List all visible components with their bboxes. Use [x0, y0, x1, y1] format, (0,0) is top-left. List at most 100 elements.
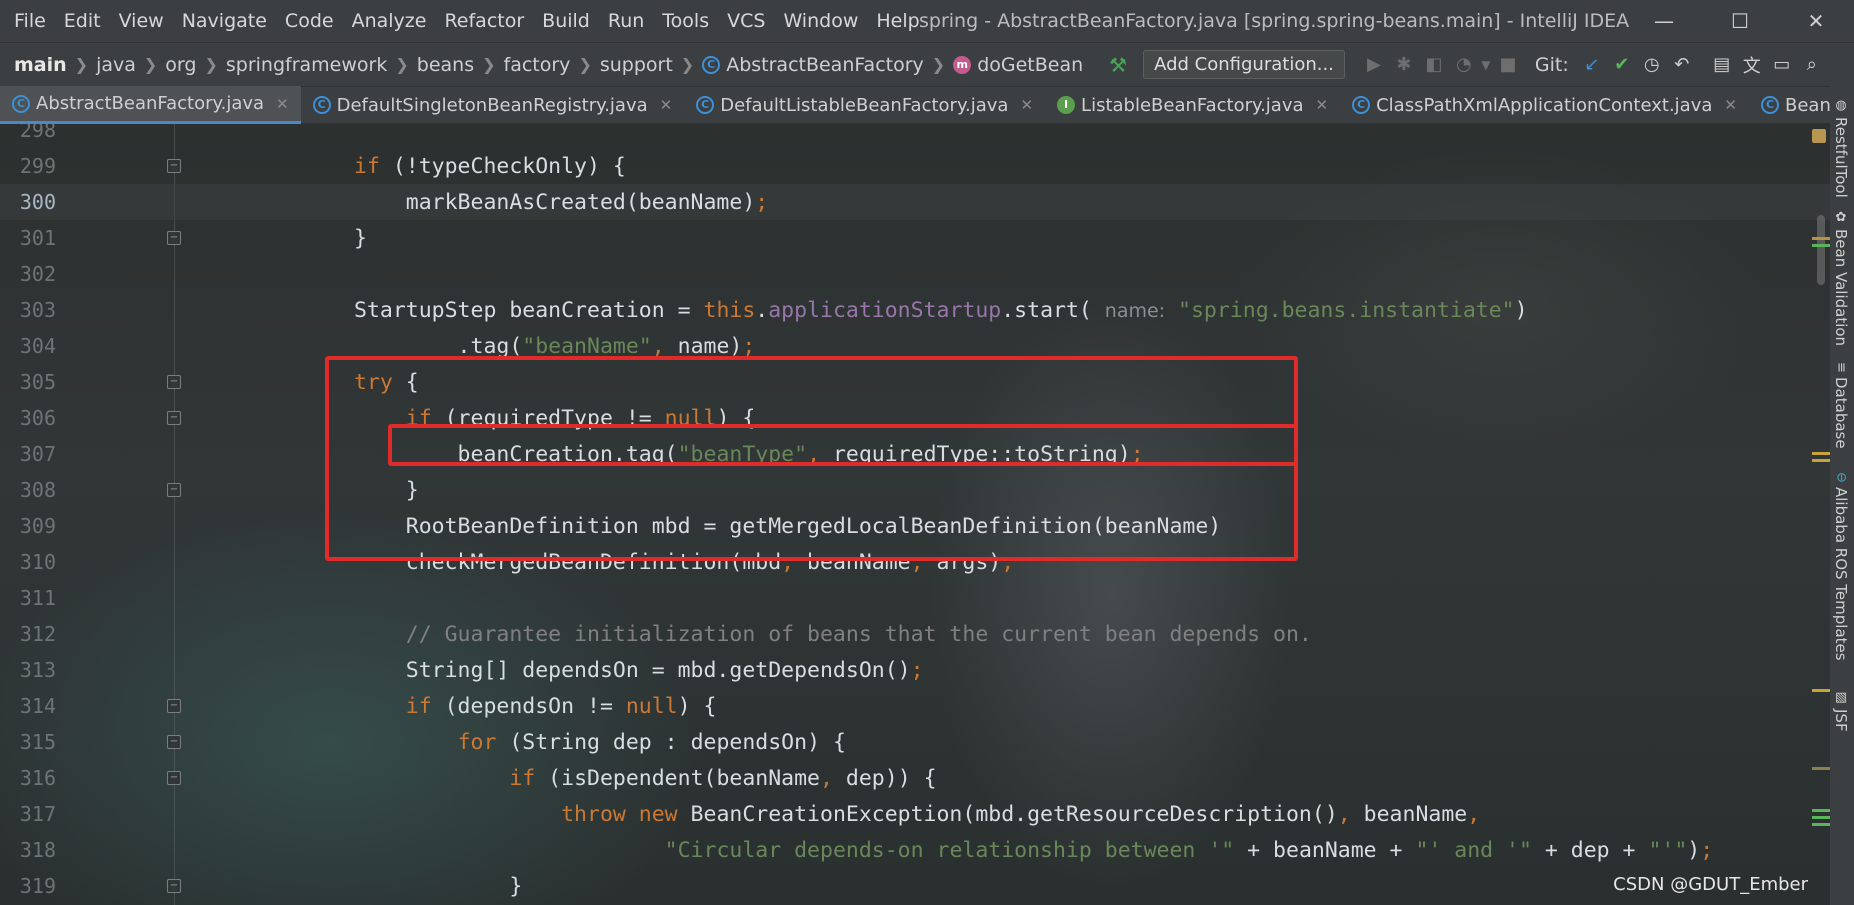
- change-marker[interactable]: [1812, 816, 1832, 819]
- code-text[interactable]: }: [354, 226, 367, 251]
- code-text[interactable]: String[] dependsOn = mbd.getDependsOn();: [354, 658, 924, 683]
- line-number[interactable]: 308: [0, 478, 56, 502]
- menu-tools[interactable]: Tools: [653, 0, 718, 42]
- code-text[interactable]: markBeanAsCreated(beanName);: [354, 190, 768, 215]
- close-icon[interactable]: ✕: [1020, 96, 1033, 114]
- line-number[interactable]: 315: [0, 730, 56, 754]
- fold-toggle-icon[interactable]: −: [167, 375, 181, 389]
- line-number[interactable]: 316: [0, 766, 56, 790]
- menu-build[interactable]: Build: [533, 0, 599, 42]
- tab-abstractbeanfactory[interactable]: C AbstractBeanFactory.java ✕: [0, 86, 301, 124]
- menu-run[interactable]: Run: [599, 0, 653, 42]
- change-marker[interactable]: [1812, 823, 1832, 826]
- code-text[interactable]: StartupStep beanCreation = this.applicat…: [354, 298, 1528, 323]
- change-marker[interactable]: [1812, 244, 1832, 247]
- close-icon[interactable]: ✕: [1724, 96, 1737, 114]
- run-icon[interactable]: ▶: [1359, 50, 1389, 80]
- tab-defaultlistablebeanfactory[interactable]: C DefaultListableBeanFactory.java ✕: [684, 86, 1045, 124]
- breadcrumb-springframework[interactable]: springframework ❯: [226, 54, 417, 76]
- line-number[interactable]: 306: [0, 406, 56, 430]
- change-marker[interactable]: [1812, 809, 1832, 812]
- jsf-panel[interactable]: ▧ JSF: [1832, 690, 1850, 732]
- line-number[interactable]: 309: [0, 514, 56, 538]
- code-line[interactable]: 301 −}: [0, 220, 1830, 256]
- alibaba-ros-templates-panel[interactable]: ⊖ Alibaba ROS Templates: [1832, 472, 1850, 660]
- code-line[interactable]: 300 markBeanAsCreated(beanName);: [0, 184, 1830, 220]
- warning-marker[interactable]: [1812, 237, 1832, 240]
- code-line[interactable]: 303 StartupStep beanCreation = this.appli…: [0, 292, 1830, 328]
- git-update-icon[interactable]: ↙: [1577, 50, 1607, 80]
- line-number[interactable]: 313: [0, 658, 56, 682]
- line-number[interactable]: 302: [0, 262, 56, 286]
- close-icon[interactable]: ✕: [276, 95, 289, 113]
- menu-view[interactable]: View: [110, 0, 173, 42]
- code-line[interactable]: 318 "Circular depends-on relationship be…: [0, 832, 1830, 868]
- code-text[interactable]: if (!typeCheckOnly) {: [354, 154, 626, 179]
- restfultool-panel[interactable]: ◍ RestfulTool: [1832, 98, 1850, 198]
- menu-window[interactable]: Window: [774, 0, 867, 42]
- code-line[interactable]: 316 − if (isDependent(beanName, dep)) {: [0, 760, 1830, 796]
- chevron-down-icon[interactable]: ▼: [1479, 50, 1493, 80]
- tab-listablebeanfactory[interactable]: I ListableBeanFactory.java ✕: [1045, 86, 1340, 124]
- line-number[interactable]: 299: [0, 154, 56, 178]
- stop-icon[interactable]: ■: [1493, 50, 1523, 80]
- code-line[interactable]: 298: [0, 124, 1830, 148]
- fold-toggle-icon[interactable]: −: [167, 159, 181, 173]
- close-icon[interactable]: ✕: [1778, 0, 1854, 42]
- code-line[interactable]: 317 throw new BeanCreationException(mbd.…: [0, 796, 1830, 832]
- git-rollback-icon[interactable]: ↶: [1667, 50, 1697, 80]
- breadcrumb-support[interactable]: support ❯: [600, 54, 702, 76]
- code-text[interactable]: .tag("beanName", name);: [354, 334, 756, 359]
- code-line[interactable]: 313 String[] dependsOn = mbd.getDependsO…: [0, 652, 1830, 688]
- code-line[interactable]: 315 − for (String dep : dependsOn) {: [0, 724, 1830, 760]
- maximize-icon[interactable]: ☐: [1702, 0, 1778, 42]
- translate-icon[interactable]: 文: [1737, 50, 1767, 80]
- line-number[interactable]: 307: [0, 442, 56, 466]
- tab-classpathxmlapplicationcontext[interactable]: C ClassPathXmlApplicationContext.java ✕: [1340, 86, 1749, 124]
- code-text[interactable]: }: [354, 874, 522, 899]
- line-number[interactable]: 317: [0, 802, 56, 826]
- code-line[interactable]: 302: [0, 256, 1830, 292]
- menu-analyze[interactable]: Analyze: [343, 0, 436, 42]
- line-number[interactable]: 319: [0, 874, 56, 898]
- line-number[interactable]: 311: [0, 586, 56, 610]
- menu-vcs[interactable]: VCS: [718, 0, 774, 42]
- code-text[interactable]: if (dependsOn != null) {: [354, 694, 717, 719]
- code-line[interactable]: 319 − }: [0, 868, 1830, 904]
- warning-marker[interactable]: [1812, 452, 1832, 455]
- database-panel[interactable]: ≡ Database: [1832, 362, 1850, 448]
- breadcrumb-main[interactable]: main ❯: [0, 54, 96, 76]
- breadcrumb-java[interactable]: java ❯: [96, 54, 165, 76]
- bean-validation-panel[interactable]: ✿ Bean Validation: [1832, 210, 1850, 346]
- breadcrumb-abstractbeanfactory[interactable]: C AbstractBeanFactory ❯: [702, 54, 953, 76]
- code-line[interactable]: 314 − if (dependsOn != null) {: [0, 688, 1830, 724]
- presentation-icon[interactable]: ▭: [1767, 50, 1797, 80]
- code-text[interactable]: throw new BeanCreationException(mbd.getR…: [354, 802, 1480, 827]
- breadcrumb-factory[interactable]: factory ❯: [504, 54, 600, 76]
- menu-code[interactable]: Code: [276, 0, 343, 42]
- code-text[interactable]: if (isDependent(beanName, dep)) {: [354, 766, 936, 791]
- minimize-icon[interactable]: —: [1626, 0, 1702, 42]
- build-hammer-icon[interactable]: ⚒: [1109, 53, 1127, 77]
- line-number[interactable]: 298: [0, 124, 56, 142]
- line-number[interactable]: 301: [0, 226, 56, 250]
- fold-toggle-icon[interactable]: −: [167, 879, 181, 893]
- code-text[interactable]: // Guarantee initialization of beans tha…: [354, 622, 1312, 647]
- line-number[interactable]: 314: [0, 694, 56, 718]
- git-commit-icon[interactable]: ✔: [1607, 50, 1637, 80]
- close-icon[interactable]: ✕: [660, 96, 673, 114]
- line-number[interactable]: 312: [0, 622, 56, 646]
- debug-icon[interactable]: ✱: [1389, 50, 1419, 80]
- menu-refactor[interactable]: Refactor: [435, 0, 533, 42]
- fold-toggle-icon[interactable]: −: [167, 483, 181, 497]
- code-line[interactable]: 312 // Guarantee initialization of beans…: [0, 616, 1830, 652]
- warning-marker[interactable]: [1812, 767, 1832, 770]
- line-number[interactable]: 300: [0, 190, 56, 214]
- git-history-icon[interactable]: ◷: [1637, 50, 1667, 80]
- line-number[interactable]: 303: [0, 298, 56, 322]
- warning-marker[interactable]: [1812, 459, 1832, 462]
- code-editor[interactable]: 298 299 − if (!typeCheckOnly) { 300 markBean…: [0, 124, 1830, 905]
- code-text[interactable]: "Circular depends-on relationship betwee…: [354, 838, 1714, 863]
- fold-toggle-icon[interactable]: −: [167, 699, 181, 713]
- code-line[interactable]: 311: [0, 580, 1830, 616]
